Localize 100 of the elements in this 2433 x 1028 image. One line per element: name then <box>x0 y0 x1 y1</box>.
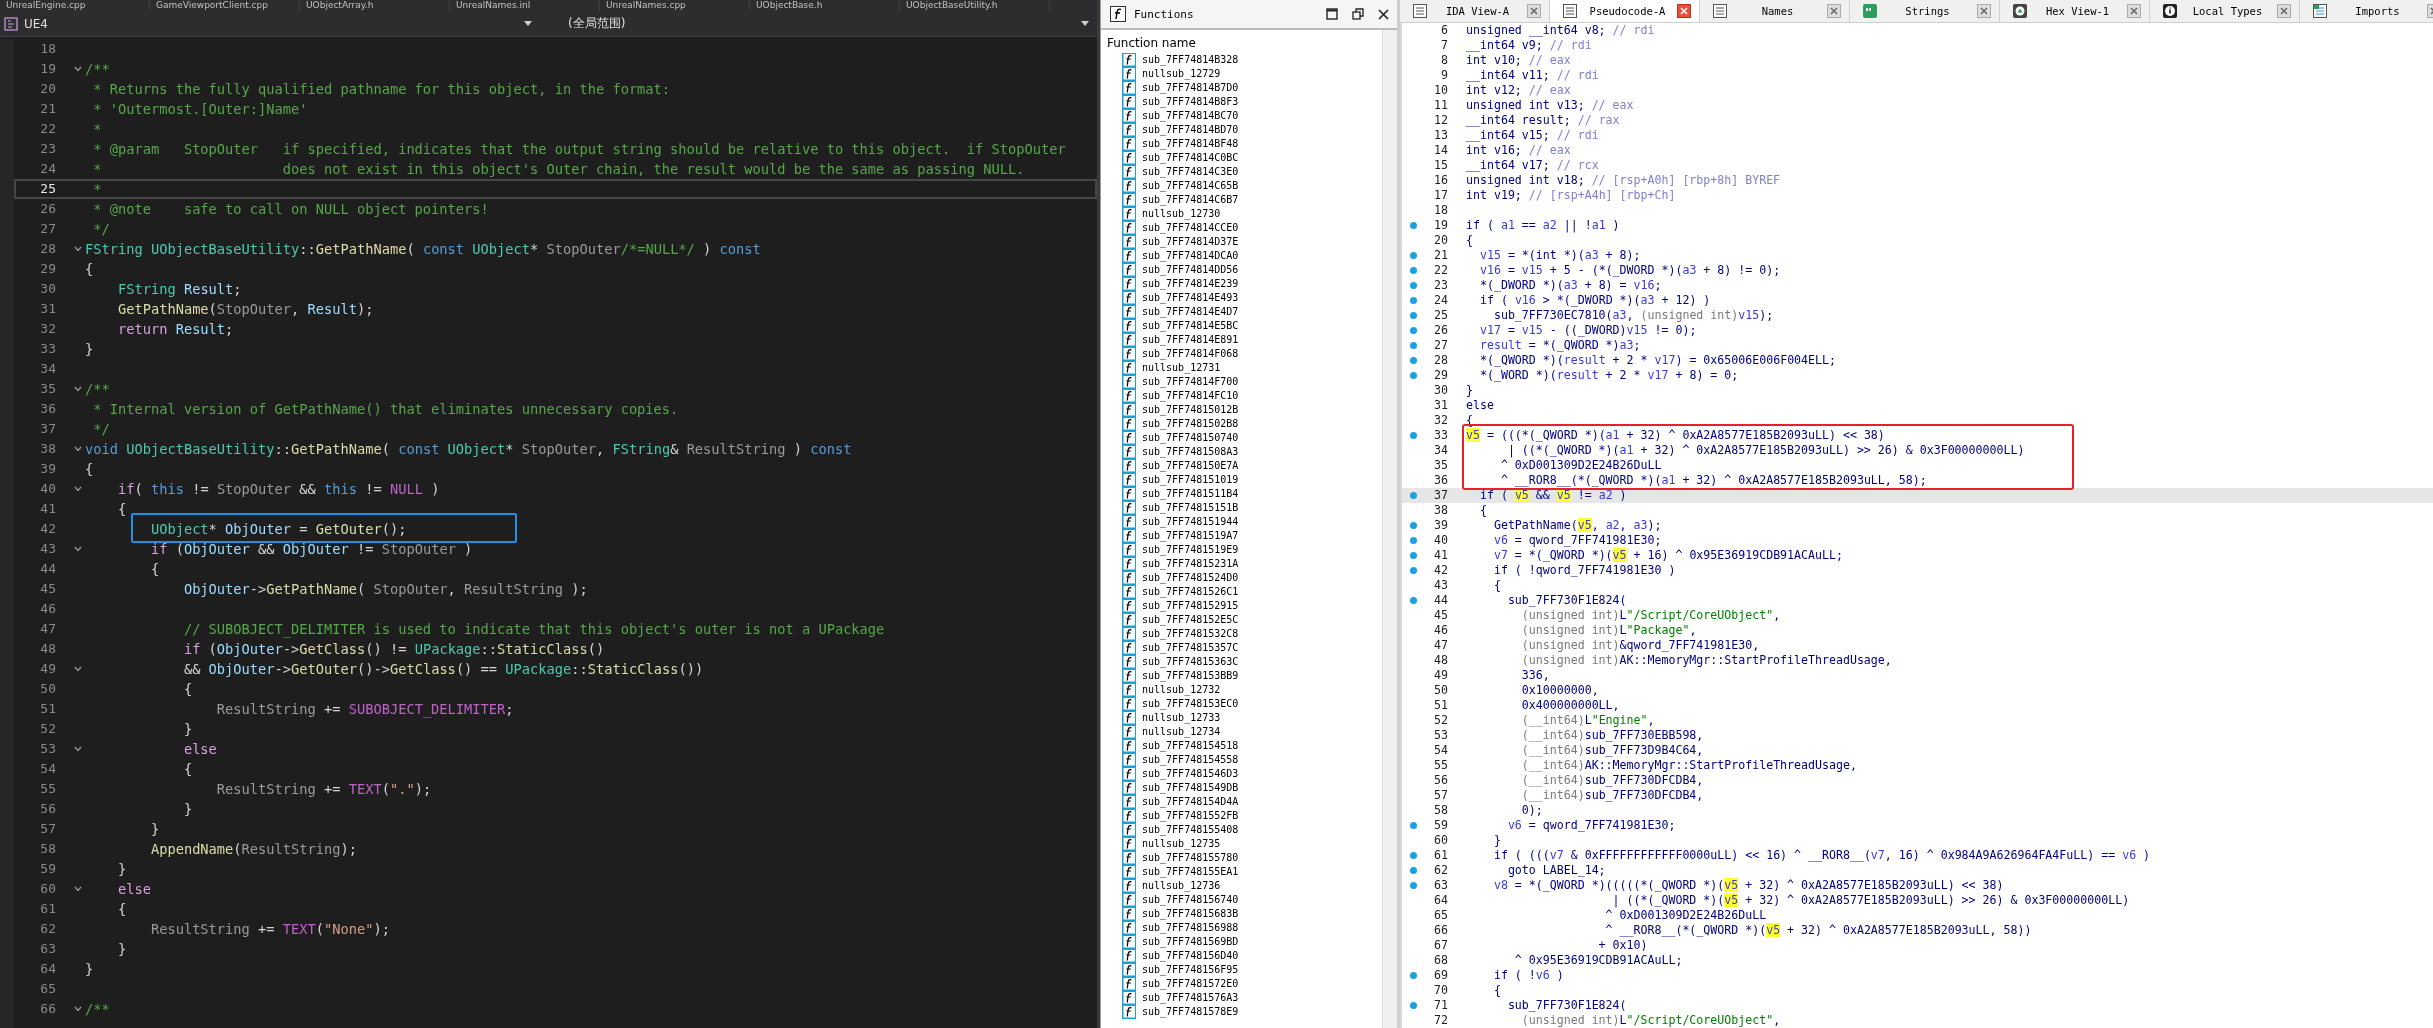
function-name[interactable]: sub_7FF74814C3E0 <box>1142 165 1239 179</box>
column-header[interactable]: Function name <box>1101 30 1382 53</box>
function-name[interactable]: sub_7FF74814D37E <box>1142 235 1239 249</box>
function-name[interactable]: sub_7FF74815012B <box>1142 403 1239 417</box>
view-tab[interactable]: IDA View-A <box>1400 0 1550 22</box>
function-name[interactable]: nullsub_12735 <box>1142 837 1221 851</box>
function-name[interactable]: nullsub_12729 <box>1142 67 1221 81</box>
function-icon <box>1122 277 1136 291</box>
scope-dropdown[interactable]: (全局范围) <box>544 11 1097 36</box>
line-number: 30 <box>1433 383 1448 398</box>
function-name[interactable]: sub_7FF7481511B4 <box>1142 487 1239 501</box>
function-name[interactable]: sub_7FF74814B328 <box>1142 53 1239 67</box>
function-name[interactable]: sub_7FF748156D40 <box>1142 949 1239 963</box>
function-icon <box>1122 991 1136 1005</box>
function-name[interactable]: sub_7FF748152E5C <box>1142 613 1239 627</box>
function-name[interactable]: nullsub_12734 <box>1142 725 1221 739</box>
line-number: 65 <box>1433 908 1448 923</box>
function-name[interactable]: sub_7FF74814CCE0 <box>1142 221 1239 235</box>
function-name[interactable]: sub_7FF748155408 <box>1142 823 1239 837</box>
function-name[interactable]: sub_7FF74814B7D0 <box>1142 81 1239 95</box>
function-name[interactable]: sub_7FF74814C0BC <box>1142 151 1239 165</box>
function-name[interactable]: sub_7FF74814E5BC <box>1142 319 1239 333</box>
function-name[interactable]: sub_7FF748155780 <box>1142 851 1239 865</box>
function-name[interactable]: sub_7FF74814BC70 <box>1142 109 1239 123</box>
function-name[interactable]: sub_7FF74815231A <box>1142 557 1239 571</box>
function-name[interactable]: sub_7FF7481526C1 <box>1142 585 1239 599</box>
function-name[interactable]: sub_7FF74815363C <box>1142 655 1239 669</box>
function-name[interactable]: sub_7FF7481524D0 <box>1142 571 1239 585</box>
function-name[interactable]: nullsub_12731 <box>1142 361 1221 375</box>
collapse-icon[interactable] <box>74 1006 82 1012</box>
function-name[interactable]: sub_7FF748154558 <box>1142 753 1239 767</box>
function-name[interactable]: sub_7FF748156988 <box>1142 921 1239 935</box>
function-name[interactable]: sub_7FF7481502B8 <box>1142 417 1239 431</box>
function-name[interactable]: nullsub_12736 <box>1142 879 1221 893</box>
function-name[interactable]: sub_7FF7481578E9 <box>1142 1005 1239 1019</box>
function-name[interactable]: sub_7FF74814FC10 <box>1142 389 1239 403</box>
collapse-icon[interactable] <box>74 486 82 492</box>
function-name[interactable]: sub_7FF748150E7A <box>1142 459 1239 473</box>
project-dropdown[interactable]: UE4 <box>0 11 540 36</box>
collapse-icon[interactable] <box>74 446 82 452</box>
function-name[interactable]: sub_7FF7481508A3 <box>1142 445 1239 459</box>
function-name[interactable]: sub_7FF748151944 <box>1142 515 1239 529</box>
function-name[interactable]: sub_7FF74814E493 <box>1142 291 1239 305</box>
function-name[interactable]: sub_7FF7481519A7 <box>1142 529 1239 543</box>
function-name[interactable]: sub_7FF7481576A3 <box>1142 991 1239 1005</box>
maximize-icon[interactable] <box>1326 8 1338 20</box>
function-name[interactable]: sub_7FF74814E4D7 <box>1142 305 1239 319</box>
function-name[interactable]: sub_7FF74814BF48 <box>1142 137 1239 151</box>
function-name[interactable]: sub_7FF74814E891 <box>1142 333 1239 347</box>
function-name[interactable]: sub_7FF74814BD70 <box>1142 123 1239 137</box>
function-name[interactable]: sub_7FF74814C6B7 <box>1142 193 1239 207</box>
function-name[interactable]: sub_7FF748155EA1 <box>1142 865 1239 879</box>
view-tab[interactable]: Local Types <box>2150 0 2300 22</box>
function-name[interactable]: sub_7FF748151019 <box>1142 473 1239 487</box>
collapse-icon[interactable] <box>74 886 82 892</box>
collapse-icon[interactable] <box>74 746 82 752</box>
restore-icon[interactable] <box>1352 8 1364 20</box>
function-name[interactable]: sub_7FF7481569BD <box>1142 935 1239 949</box>
function-name[interactable]: sub_7FF748156F95 <box>1142 963 1239 977</box>
function-name[interactable]: sub_7FF74815683B <box>1142 907 1239 921</box>
function-name[interactable]: sub_7FF748154518 <box>1142 739 1239 753</box>
code-line: void UObjectBaseUtility::GetPathName( const UObject* StopOuter, FString& ResultString ) const <box>85 440 852 459</box>
line-number: 22 <box>1433 263 1448 278</box>
function-name[interactable]: sub_7FF748156740 <box>1142 893 1239 907</box>
function-name[interactable]: sub_7FF748153BB9 <box>1142 669 1239 683</box>
function-name[interactable]: sub_7FF74814B8F3 <box>1142 95 1239 109</box>
collapse-icon[interactable] <box>74 546 82 552</box>
function-name[interactable]: sub_7FF748150740 <box>1142 431 1239 445</box>
function-name[interactable]: sub_7FF7481519E9 <box>1142 543 1239 557</box>
function-name[interactable]: sub_7FF7481552FB <box>1142 809 1239 823</box>
function-name[interactable]: sub_7FF748154D4A <box>1142 795 1239 809</box>
function-name[interactable]: nullsub_12732 <box>1142 683 1221 697</box>
collapse-icon[interactable] <box>74 246 82 252</box>
scrollbar[interactable] <box>1382 30 1397 1028</box>
view-tab[interactable]: Names <box>1700 0 1850 22</box>
function-name[interactable]: sub_7FF74814F068 <box>1142 347 1239 361</box>
function-name[interactable]: sub_7FF74815357C <box>1142 641 1239 655</box>
function-name[interactable]: sub_7FF748152915 <box>1142 599 1239 613</box>
function-name[interactable]: sub_7FF74814DD56 <box>1142 263 1239 277</box>
function-name[interactable]: sub_7FF74814E239 <box>1142 277 1239 291</box>
function-name[interactable]: sub_7FF7481572E0 <box>1142 977 1239 991</box>
function-name[interactable]: sub_7FF748153EC0 <box>1142 697 1239 711</box>
view-tab[interactable]: Imports <box>2300 0 2433 22</box>
function-name[interactable]: sub_7FF7481546D3 <box>1142 767 1239 781</box>
collapse-icon[interactable] <box>74 66 82 72</box>
function-name[interactable]: nullsub_12733 <box>1142 711 1221 725</box>
function-name[interactable]: nullsub_12730 <box>1142 207 1221 221</box>
function-name[interactable]: sub_7FF74815151B <box>1142 501 1239 515</box>
view-tab[interactable]: Pseudocode-A <box>1550 0 1700 22</box>
code-line: (__int64)sub_7FF730DFCDB4, <box>1520 788 1704 803</box>
function-name[interactable]: sub_7FF74814C65B <box>1142 179 1239 193</box>
function-name[interactable]: sub_7FF74814DCA0 <box>1142 249 1239 263</box>
function-name[interactable]: sub_7FF74814F700 <box>1142 375 1239 389</box>
view-tab[interactable]: Hex View-1 <box>2000 0 2150 22</box>
close-icon[interactable] <box>1378 8 1389 20</box>
function-name[interactable]: sub_7FF7481549DB <box>1142 781 1239 795</box>
view-tab[interactable]: Strings <box>1850 0 2000 22</box>
function-name[interactable]: sub_7FF7481532C8 <box>1142 627 1239 641</box>
collapse-icon[interactable] <box>74 386 82 392</box>
collapse-icon[interactable] <box>74 666 82 672</box>
